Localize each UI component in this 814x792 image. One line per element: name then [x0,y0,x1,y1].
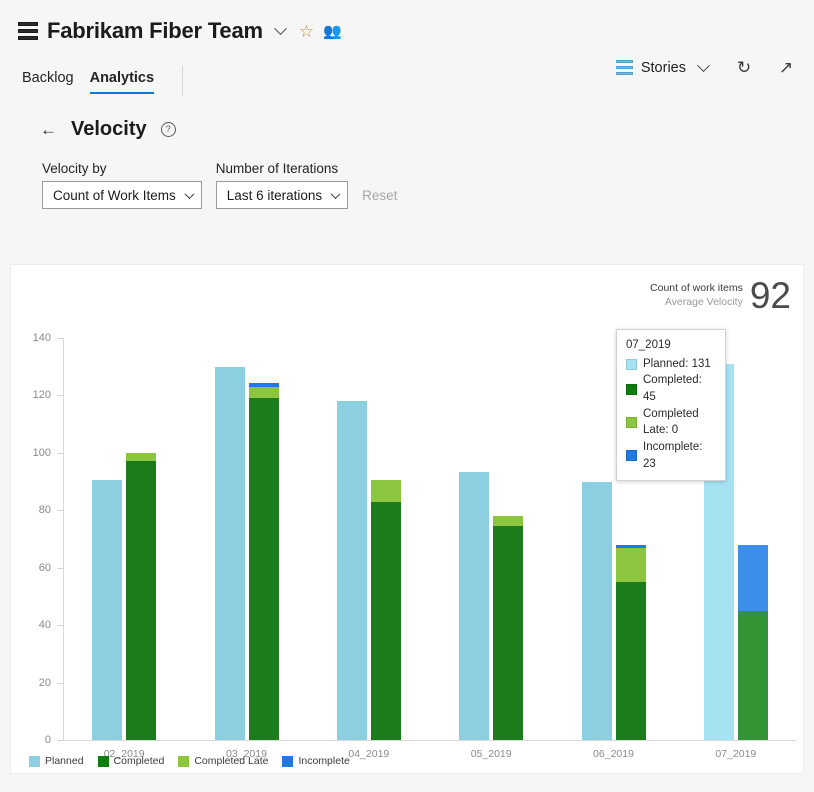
tooltip-label: Incomplete: 23 [643,441,703,470]
y-axis-tick-label: 0 [44,734,51,746]
tooltip-row: Completed Late: 0 [626,406,716,439]
tooltip-color-swatch [626,383,637,395]
iterations-label: Number of Iterations [215,161,339,176]
bar-completed-late[interactable] [126,452,157,462]
velocity-chart-card: Count of work items Average Velocity 92 … [10,264,804,774]
bar-planned[interactable] [214,366,245,740]
tooltip-row: Completed: 45 [626,372,716,405]
legend-item[interactable]: Completed Late [178,755,268,767]
chart-legend: Planned Completed Completed Late Incomplete [29,755,350,767]
legend-item[interactable]: Completed [97,755,165,767]
expand-icon[interactable]: ↗ [776,58,796,78]
y-axis-tick-label: 20 [38,676,51,689]
velocity-subheader: ← Velocity ? Velocity by Count of Work I… [0,96,814,209]
x-axis-tick-label: 06_2019 [593,748,634,760]
bar-planned[interactable] [336,401,367,740]
bar-completed-late[interactable] [493,516,524,527]
velocity-by-label: Velocity by [42,161,107,176]
bar-completed-late[interactable] [370,480,401,502]
y-axis-tick-label: 100 [32,446,51,459]
legend-color-swatch [29,755,40,767]
legend-color-swatch [178,755,190,767]
bar-incomplete[interactable] [615,544,646,548]
team-name: Fabrikam Fiber Team [47,18,263,43]
legend-item[interactable]: Planned [29,755,84,767]
page-title: Velocity [71,118,147,140]
bar-completed[interactable] [248,398,279,740]
bar-completed-late[interactable] [615,547,646,583]
people-icon[interactable]: 👥 [323,24,342,39]
legend-label: Incomplete [298,755,350,767]
back-arrow-icon[interactable]: ← [40,120,57,140]
tab-separator [182,66,184,96]
bar-completed[interactable] [737,610,768,740]
x-axis-line [63,740,797,741]
bar-completed[interactable] [126,461,157,740]
tooltip-label: Completed: 45 [643,374,702,404]
bar-completed[interactable] [493,526,524,740]
team-chevron-down-icon[interactable] [272,21,290,40]
tooltip-color-swatch [626,450,637,462]
velocity-by-group: Velocity by Count of Work Items [42,161,202,209]
y-axis-line [63,338,64,740]
tooltip-label: Planned: 131 [643,357,711,370]
y-axis-tick-label: 60 [38,561,51,574]
iterations-dropdown[interactable]: Last 6 iterations [215,181,349,209]
legend-item[interactable]: Incomplete [282,755,350,767]
app-header: Fabrikam Fiber Team ☆ 👥 Backlog Analytic… [0,0,814,96]
tooltip-row: Incomplete: 23 [626,439,716,472]
tooltip-title: 07_2019 [626,339,671,351]
bar-completed[interactable] [615,582,646,740]
tooltip-row: Planned: 131 [626,356,716,373]
velocity-by-dropdown[interactable]: Count of Work Items [42,181,202,209]
bar-incomplete[interactable] [248,382,279,387]
stories-selector[interactable]: Stories [615,58,712,77]
velocity-by-value: Count of Work Items [53,187,176,203]
stories-chevron-down-icon [694,58,712,77]
y-axis-tick-label: 140 [32,332,51,344]
bar-completed-late[interactable] [248,386,279,399]
star-icon[interactable]: ☆ [299,23,314,40]
legend-label: Planned [45,755,84,767]
tooltip-label: Completed Late: 0 [643,407,699,437]
iterations-group: Number of Iterations Last 6 iterations [215,161,349,209]
bar-incomplete[interactable] [737,544,768,611]
bar-planned[interactable] [459,471,490,740]
tab-backlog[interactable]: Backlog [18,66,86,96]
legend-label: Completed [113,755,165,767]
backlog-list-icon [615,59,633,77]
bar-planned[interactable] [92,480,123,740]
bar-planned[interactable] [581,481,612,740]
refresh-icon[interactable]: ↻ [734,58,754,78]
chevron-down-icon [184,188,195,199]
reset-button[interactable]: Reset [362,188,397,209]
chart-controls: Velocity by Count of Work Items Number o… [40,161,796,209]
iterations-value: Last 6 iterations [226,187,323,203]
stories-label: Stories [640,60,686,76]
legend-color-swatch [282,755,294,767]
y-axis-tick-label: 40 [38,619,51,632]
question-circle-icon[interactable]: ? [160,122,176,137]
chart-tooltip: 07_2019 Planned: 131 Completed: 45 Complete… [616,329,726,482]
y-axis-tick-label: 120 [32,389,51,402]
legend-color-swatch [97,755,109,767]
bar-completed[interactable] [370,501,401,740]
x-axis-tick-label: 05_2019 [470,748,512,760]
header-actions: Stories ↻ ↗ [615,58,796,78]
tooltip-color-swatch [626,358,637,370]
page-title-row: ← Velocity ? [40,118,796,141]
team-list-icon [18,21,38,41]
legend-label: Completed Late [194,755,269,767]
x-axis-tick-label: 04_2019 [348,748,390,760]
x-axis-tick-label: 07_2019 [715,748,757,760]
y-axis-tick-label: 80 [38,504,51,517]
team-title-row: Fabrikam Fiber Team ☆ 👥 [18,16,796,46]
chevron-down-icon [330,188,341,199]
tooltip-color-swatch [626,416,637,428]
tab-analytics[interactable]: Analytics [86,66,166,96]
